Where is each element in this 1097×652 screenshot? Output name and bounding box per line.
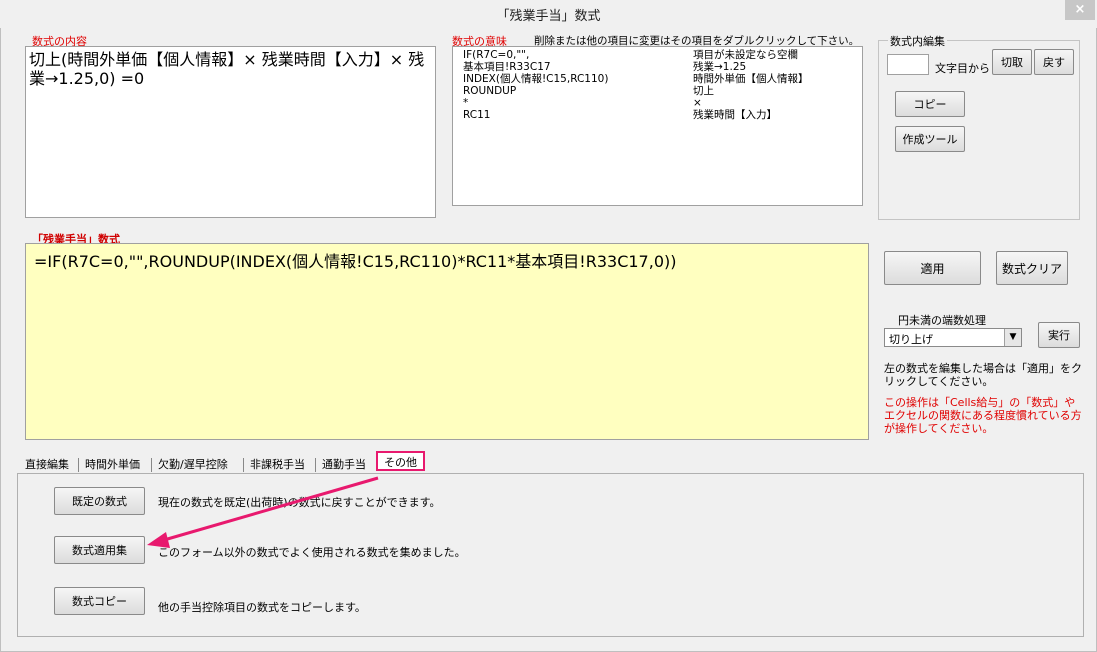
tab-divider — [315, 458, 316, 472]
cut-button[interactable]: 切取 — [992, 49, 1032, 75]
apply-note: 左の数式を編集した場合は「適用」をクリックしてください。 — [884, 362, 1082, 388]
meaning-code: IF(R7C=0,"", — [463, 49, 530, 61]
meaning-code: ROUNDUP — [463, 85, 517, 97]
tab-commute-allowance[interactable]: 通勤手当 — [322, 456, 366, 474]
default-formula-desc: 現在の数式を既定(出荷時)の数式に戻すことができます。 — [158, 496, 441, 509]
tab-divider — [243, 458, 244, 472]
tab-overtime-rate[interactable]: 時間外単価 — [85, 456, 140, 474]
rounding-select[interactable]: 切り上げ ▼ — [884, 328, 1022, 347]
close-icon: × — [1074, 2, 1086, 17]
meaning-desc: 項目が未設定なら空欄 — [693, 49, 798, 61]
tab-divider — [151, 458, 152, 472]
tab-absence-deduction[interactable]: 欠勤/遅早控除 — [158, 456, 228, 474]
char-position-input[interactable] — [887, 54, 929, 75]
tab-other[interactable]: その他 — [376, 451, 425, 471]
rounding-selected-value: 切り上げ — [889, 333, 933, 346]
clear-formula-button[interactable]: 数式クリア — [996, 251, 1068, 285]
run-button[interactable]: 実行 — [1038, 322, 1080, 348]
formula-collection-desc: このフォーム以外の数式でよく使用される数式を集めました。 — [158, 546, 466, 559]
formula-copy-button[interactable]: 数式コピー — [54, 587, 145, 615]
meaning-desc: × — [693, 97, 702, 109]
formula-collection-button[interactable]: 数式適用集 — [54, 536, 145, 564]
meaning-desc: 残業時間【入力】 — [693, 109, 777, 121]
chevron-down-icon[interactable]: ▼ — [1004, 329, 1021, 346]
meaning-desc: 時間外単価【個人情報】 — [693, 73, 809, 85]
meaning-code: INDEX(個人情報!C15,RC110) — [463, 73, 609, 85]
tab-nontaxable-allowance[interactable]: 非課税手当 — [250, 456, 305, 474]
tab-direct-edit[interactable]: 直接編集 — [25, 456, 69, 474]
char-position-suffix: 文字目から — [935, 62, 990, 75]
formula-text: =IF(R7C=0,"",ROUNDUP(INDEX(個人情報!C15,RC11… — [34, 252, 677, 271]
create-tool-button[interactable]: 作成ツール — [895, 126, 965, 152]
meaning-code: * — [463, 97, 469, 109]
meaning-desc: 残業→1.25 — [693, 61, 747, 73]
formula-meaning-list[interactable]: IF(R7C=0,"", 項目が未設定なら空欄 基本項目!R33C17 残業→1… — [452, 46, 863, 206]
apply-button[interactable]: 適用 — [884, 251, 981, 285]
undo-button[interactable]: 戻す — [1034, 49, 1074, 75]
rounding-label: 円未満の端数処理 — [898, 314, 986, 327]
formula-content-text: 切上(時間外単価【個人情報】× 残業時間【入力】× 残業→1.25,0) =0 — [29, 50, 425, 88]
window-title: 「残業手当」数式 — [496, 9, 601, 24]
meaning-desc: 切上 — [693, 85, 714, 97]
copy-button[interactable]: コピー — [895, 91, 965, 117]
formula-copy-desc: 他の手当控除項目の数式をコピーします。 — [158, 601, 366, 614]
close-button[interactable]: × — [1065, 0, 1095, 20]
formula-content-textbox[interactable]: 切上(時間外単価【個人情報】× 残業時間【入力】× 残業→1.25,0) =0 — [25, 46, 436, 218]
default-formula-button[interactable]: 既定の数式 — [54, 487, 145, 515]
meaning-code: 基本項目!R33C17 — [463, 61, 551, 73]
formula-editor[interactable]: =IF(R7C=0,"",ROUNDUP(INDEX(個人情報!C15,RC11… — [25, 243, 869, 440]
meaning-code: RC11 — [463, 109, 491, 121]
warning-note: この操作は「Cells給与」の「数式」やエクセルの関数にある程度慣れている方が操… — [884, 396, 1082, 435]
inline-edit-label: 数式内編集 — [888, 33, 947, 49]
tab-divider — [78, 458, 79, 472]
